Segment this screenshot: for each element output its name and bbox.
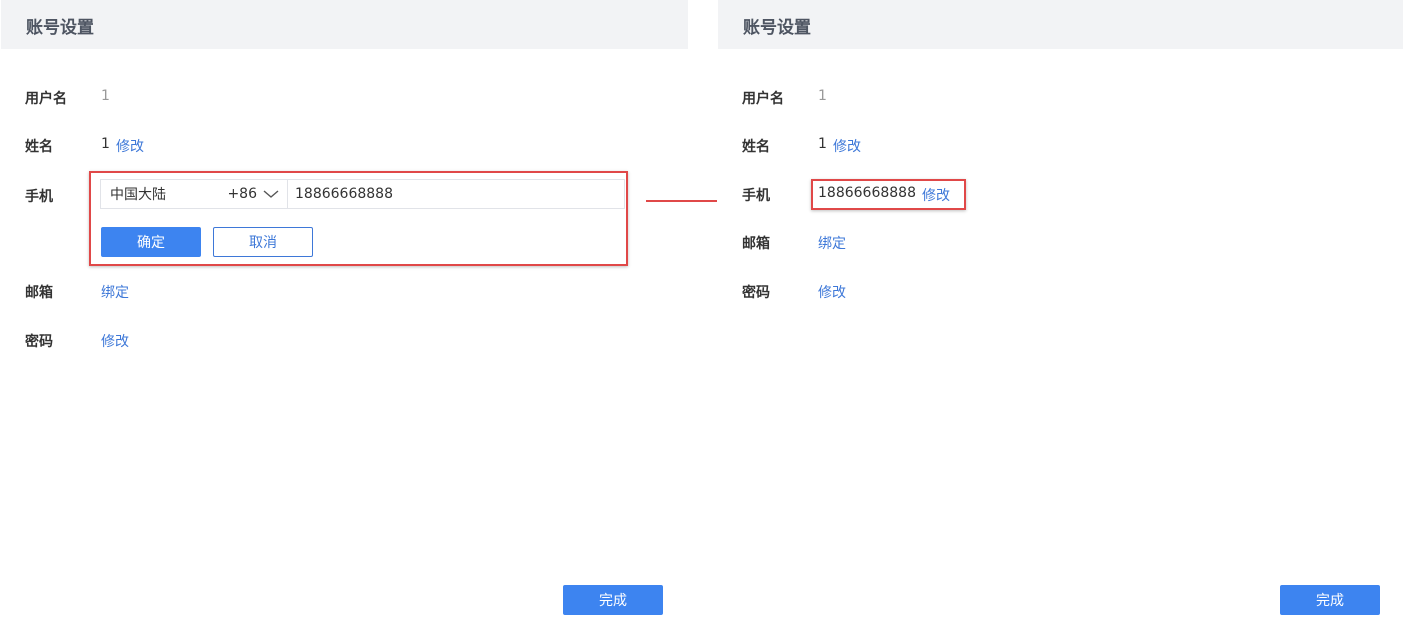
email-label: 邮箱 [25,285,53,301]
username-value: 1 [101,88,110,104]
bind-email-link[interactable]: 绑定 [818,233,846,253]
phone-input-group: 中国大陆 +86 [100,179,625,209]
username-label: 用户名 [25,91,67,107]
account-settings-panel-editing: 账号设置 用户名 1 姓名 1 修改 手机 中国大陆 +86 确定 取消 邮箱 … [0,0,690,626]
name-label: 姓名 [742,139,770,155]
edit-name-link[interactable]: 修改 [833,136,861,156]
edit-password-link[interactable]: 修改 [101,331,129,351]
chevron-down-icon [263,189,279,199]
done-button[interactable]: 完成 [1280,585,1380,615]
region-code: +86 [227,186,257,202]
edit-password-link[interactable]: 修改 [818,282,846,302]
password-label: 密码 [742,285,770,301]
done-button[interactable]: 完成 [563,585,663,615]
edit-phone-link[interactable]: 修改 [922,185,950,205]
region-code-select[interactable]: 中国大陆 +86 [101,180,288,208]
email-label: 邮箱 [742,236,770,252]
cancel-button[interactable]: 取消 [213,227,313,257]
confirm-button[interactable]: 确定 [101,227,201,257]
name-label: 姓名 [25,139,53,155]
page-title: 账号设置 [743,18,811,38]
phone-label: 手机 [742,188,770,204]
password-label: 密码 [25,334,53,350]
username-value: 1 [818,88,827,104]
panel-header: 账号设置 [1,0,688,49]
bind-email-link[interactable]: 绑定 [101,282,129,302]
phone-label: 手机 [25,189,53,205]
name-value: 1 [818,136,827,152]
panel-header: 账号设置 [718,0,1403,49]
phone-value: 18866668888 [818,185,916,201]
username-label: 用户名 [742,91,784,107]
account-settings-panel-saved: 账号设置 用户名 1 姓名 1 修改 手机 18866668888 修改 邮箱 … [717,0,1405,626]
phone-number-input[interactable] [288,180,624,208]
name-value: 1 [101,136,110,152]
region-name: 中国大陆 [110,187,166,203]
edit-name-link[interactable]: 修改 [116,136,144,156]
page-title: 账号设置 [26,18,94,38]
